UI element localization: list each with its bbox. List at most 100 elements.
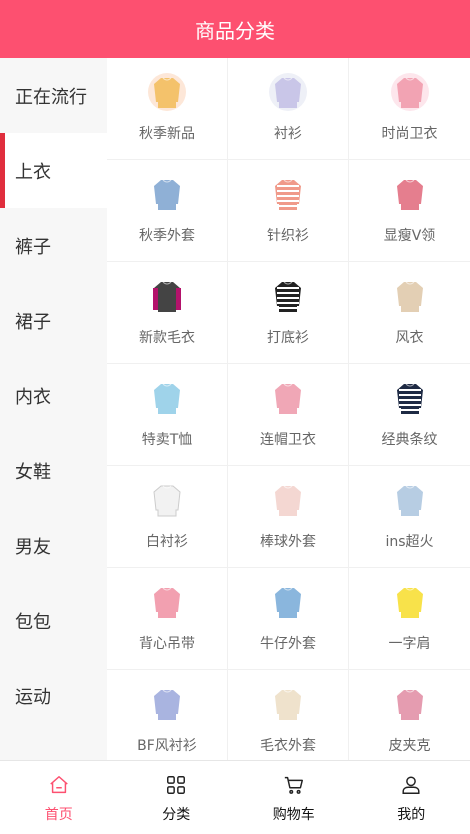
header-bar: 商品分类	[0, 0, 470, 58]
subcategory-label: 特卖T恤	[141, 432, 193, 448]
subcategory-label: ins超火	[385, 534, 434, 550]
sidebar-item-label: 包包	[15, 611, 51, 633]
subcategory-label: 衬衫	[274, 126, 302, 142]
subcategory-label: 毛衣外套	[260, 738, 316, 754]
camisole-icon	[147, 582, 187, 622]
subcategory-label: 牛仔外套	[260, 636, 316, 652]
subcategory-label: 秋季新品	[139, 126, 195, 142]
sidebar-item-underwear[interactable]: 内衣	[0, 358, 107, 433]
sidebar-item-boyfriend[interactable]: 男友	[0, 508, 107, 583]
leather-jacket-icon	[390, 684, 430, 724]
bottom-tab-bar: 首页 分类 购物车 我的	[0, 760, 470, 834]
subcategory-label: 背心吊带	[139, 636, 195, 652]
tab-cart[interactable]: 购物车	[235, 761, 353, 834]
tshirt-icon	[147, 378, 187, 418]
striped-top-icon	[390, 378, 430, 418]
offshoulder-icon	[390, 582, 430, 622]
subcategory-item[interactable]: 新款毛衣	[107, 262, 228, 364]
subcategory-item[interactable]: 秋季外套	[107, 160, 228, 262]
page-title: 商品分类	[195, 18, 275, 43]
sidebar-item-label: 上衣	[15, 161, 51, 183]
subcategory-label: 风衣	[395, 330, 424, 346]
top-icon	[390, 480, 430, 520]
jacket-icon	[147, 174, 187, 214]
subcategory-label: 新款毛衣	[139, 330, 195, 346]
sidebar-item-tops[interactable]: 上衣	[0, 133, 107, 208]
subcategory-label: 秋季外套	[139, 228, 195, 244]
subcategory-item[interactable]: 经典条纹	[349, 364, 470, 466]
subcategory-item[interactable]: 白衬衫	[107, 466, 228, 568]
subcategory-label: 打底衫	[267, 330, 309, 346]
sidebar-item-trending[interactable]: 正在流行	[0, 58, 107, 133]
subcategory-label: 针织衫	[267, 228, 309, 244]
tab-home[interactable]: 首页	[0, 761, 118, 834]
shirt-icon	[147, 684, 187, 724]
sidebar-item-label: 裙子	[15, 311, 51, 333]
denim-jacket-icon	[268, 582, 308, 622]
sidebar-item-label: 裤子	[15, 236, 51, 258]
subcategory-item[interactable]: 棒球外套	[228, 466, 349, 568]
subcategory-label: 一字肩	[388, 636, 431, 652]
subcategory-item[interactable]: ins超火	[349, 466, 470, 568]
sidebar-item-label: 运动	[15, 686, 51, 708]
sidebar-item-label: 男友	[15, 536, 51, 558]
knit-icon	[268, 174, 308, 214]
hoodie-icon	[268, 378, 308, 418]
subcategory-item[interactable]: 一字肩	[349, 568, 470, 670]
sidebar-item-pants[interactable]: 裤子	[0, 208, 107, 283]
sweater-icon	[147, 276, 187, 316]
subcategory-item[interactable]: 显瘦V领	[349, 160, 470, 262]
tab-label: 我的	[397, 806, 426, 823]
subcategory-item[interactable]: 风衣	[349, 262, 470, 364]
sidebar-item-label: 内衣	[15, 386, 51, 408]
subcategory-label: 连帽卫衣	[260, 432, 316, 448]
subcategory-item[interactable]: BF风衬衫	[107, 670, 228, 772]
jacket-icon	[268, 480, 308, 520]
tab-category[interactable]: 分类	[118, 761, 236, 834]
subcategory-label: 时尚卫衣	[381, 126, 438, 142]
user-icon	[400, 774, 422, 800]
subcategory-grid: 秋季新品 衬衫 时尚卫衣秋季外套 针织衫 显瘦V领新款毛衣 打底衫 风衣特卖T恤 连帽卫衣 经典…	[107, 58, 470, 834]
subcategory-item[interactable]: 时尚卫衣	[349, 58, 470, 160]
subcategory-item[interactable]: 打底衫	[228, 262, 349, 364]
trench-coat-icon	[390, 276, 430, 316]
tab-label: 购物车	[272, 806, 315, 823]
hoodie-icon	[390, 72, 430, 112]
cart-icon	[283, 774, 305, 800]
vneck-icon	[390, 174, 430, 214]
subcategory-item[interactable]: 针织衫	[228, 160, 349, 262]
subcategory-label: 皮夹克	[388, 738, 431, 754]
subcategory-label: 棒球外套	[260, 534, 316, 550]
striped-top-icon	[268, 276, 308, 316]
subcategory-label: BF风衬衫	[137, 738, 197, 754]
subcategory-item[interactable]: 牛仔外套	[228, 568, 349, 670]
subcategory-item[interactable]: 连帽卫衣	[228, 364, 349, 466]
tab-label: 首页	[44, 806, 73, 823]
sweater-icon	[147, 72, 187, 112]
subcategory-item[interactable]: 毛衣外套	[228, 670, 349, 772]
subcategory-item[interactable]: 背心吊带	[107, 568, 228, 670]
cardigan-icon	[268, 684, 308, 724]
subcategory-panel[interactable]: 秋季新品 衬衫 时尚卫衣秋季外套 针织衫 显瘦V领新款毛衣 打底衫 风衣特卖T恤 连帽卫衣 经典…	[107, 58, 470, 834]
sidebar-item-bags[interactable]: 包包	[0, 583, 107, 658]
sidebar-item-sports[interactable]: 运动	[0, 658, 107, 733]
subcategory-label: 白衬衫	[146, 534, 188, 550]
tab-profile[interactable]: 我的	[353, 761, 470, 834]
shirt-icon	[147, 480, 187, 520]
category-sidebar[interactable]: 正在流行 上衣 裤子 裙子 内衣 女鞋 男友 包包 运动	[0, 58, 107, 760]
home-icon	[48, 774, 70, 800]
tab-label: 分类	[162, 806, 191, 823]
sidebar-item-skirts[interactable]: 裙子	[0, 283, 107, 358]
category-icon	[165, 774, 187, 800]
subcategory-label: 经典条纹	[381, 432, 438, 448]
subcategory-label: 显瘦V领	[383, 228, 436, 244]
sidebar-item-shoes[interactable]: 女鞋	[0, 433, 107, 508]
subcategory-item[interactable]: 皮夹克	[349, 670, 470, 772]
subcategory-item[interactable]: 衬衫	[228, 58, 349, 160]
shirt-icon	[268, 72, 308, 112]
sidebar-item-label: 女鞋	[15, 461, 51, 483]
subcategory-item[interactable]: 秋季新品	[107, 58, 228, 160]
sidebar-item-more[interactable]	[0, 733, 107, 760]
subcategory-item[interactable]: 特卖T恤	[107, 364, 228, 466]
sidebar-item-label: 正在流行	[15, 86, 87, 108]
